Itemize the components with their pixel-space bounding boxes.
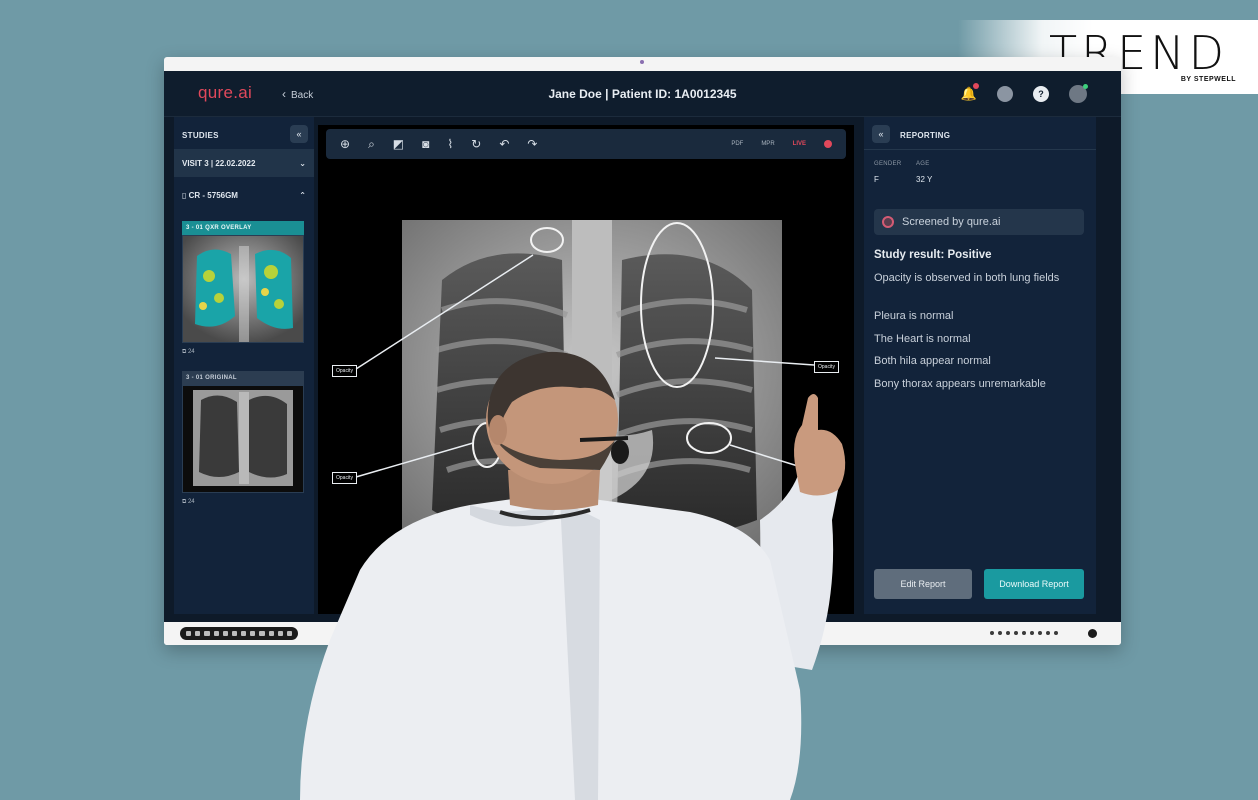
series-toggle[interactable]: ▯ CR - 5756GM ⌃ xyxy=(182,191,306,200)
gender-value: F xyxy=(874,175,879,184)
annotation-lines xyxy=(355,254,815,478)
thumbnail-label: 3 - 01 ORIGINAL xyxy=(182,371,304,385)
monitor: qure.ai ‹ Back Jane Doe | Patient ID: 1A0… xyxy=(164,57,1121,645)
power-icon[interactable] xyxy=(1088,629,1097,638)
thumbnail-label: 3 - 01 QXR OVERLAY xyxy=(182,221,304,235)
finding-item: Pleura is normal xyxy=(874,310,954,322)
collapse-left-button[interactable]: « xyxy=(290,125,308,143)
online-status-dot xyxy=(1083,84,1088,89)
taskbar-status xyxy=(990,631,1058,635)
edit-report-button[interactable]: Edit Report xyxy=(874,569,972,599)
gender-label: GENDER xyxy=(874,161,902,167)
finding-item: Both hila appear normal xyxy=(874,355,991,367)
reporting-header: REPORTING xyxy=(900,131,951,140)
header-icons: 🔔 ? xyxy=(961,83,1088,103)
reporting-panel: « REPORTING GENDER AGE F 32 Y Screened b… xyxy=(864,117,1096,614)
visit-dropdown[interactable]: VISIT 3 | 22.02.2022 ⌄ xyxy=(174,149,314,177)
taskbar-apps[interactable] xyxy=(180,627,298,640)
thumbnail-original[interactable]: 3 - 01 ORIGINAL ⧉ 24 xyxy=(182,371,304,506)
brand-subtitle: BY STEPWELL xyxy=(1180,76,1236,83)
screened-badge: Screened by qure.ai xyxy=(874,209,1084,235)
original-xray-thumbnail xyxy=(182,385,304,493)
help-icon[interactable]: ? xyxy=(1033,86,1049,102)
thumbnail-count: ⧉ 24 xyxy=(182,349,195,355)
finding-item: Bony thorax appears unremarkable xyxy=(874,378,1046,390)
chevron-down-icon: ⌄ xyxy=(299,158,306,168)
finding-item: Opacity is observed in both lung fields xyxy=(874,272,1060,284)
download-report-button[interactable]: Download Report xyxy=(984,569,1084,599)
age-label: AGE xyxy=(916,161,930,167)
camera-dot xyxy=(640,60,644,64)
chevron-up-icon: ⌃ xyxy=(299,191,306,200)
annotation-label[interactable]: Opacity xyxy=(814,361,839,373)
overlay-xray-thumbnail xyxy=(182,235,304,343)
document-icon: ▯ xyxy=(182,191,189,200)
annotation-label[interactable]: Opacity xyxy=(332,472,357,484)
thumbnail-overlay[interactable]: 3 - 01 QXR OVERLAY ⧉ 24 xyxy=(182,221,304,356)
bell-icon[interactable]: 🔔 xyxy=(961,83,979,102)
qure-logo-icon xyxy=(882,216,894,228)
study-result: Study result: Positive xyxy=(874,249,992,261)
thumbnail-count: ⧉ 24 xyxy=(182,499,195,505)
divider xyxy=(864,149,1096,150)
collapse-right-button[interactable]: « xyxy=(872,125,890,143)
finding-item: The Heart is normal xyxy=(874,333,971,345)
age-value: 32 Y xyxy=(916,175,933,184)
series-label: CR - 5756GM xyxy=(188,191,238,200)
monitor-taskbar xyxy=(164,622,1121,645)
screened-text: Screened by qure.ai xyxy=(902,216,1001,228)
annotation-label[interactable]: Opacity xyxy=(332,365,357,377)
app-screen: qure.ai ‹ Back Jane Doe | Patient ID: 1A0… xyxy=(164,71,1121,622)
notification-badge xyxy=(973,83,979,89)
studies-panel: STUDIES « VISIT 3 | 22.02.2022 ⌄ ▯ CR - … xyxy=(174,117,314,614)
visit-label: VISIT 3 | 22.02.2022 xyxy=(182,158,256,168)
studies-header: STUDIES xyxy=(182,131,219,140)
image-viewer[interactable]: ⊕ ⌕ ◩ ◙ ⌇ ↻ ↶ ↷ PDF MPR LIVE Opacity Opa… xyxy=(318,125,854,614)
app-header: qure.ai ‹ Back Jane Doe | Patient ID: 1A0… xyxy=(164,71,1121,117)
user-avatar[interactable] xyxy=(1069,84,1088,103)
globe-icon[interactable] xyxy=(997,86,1013,102)
